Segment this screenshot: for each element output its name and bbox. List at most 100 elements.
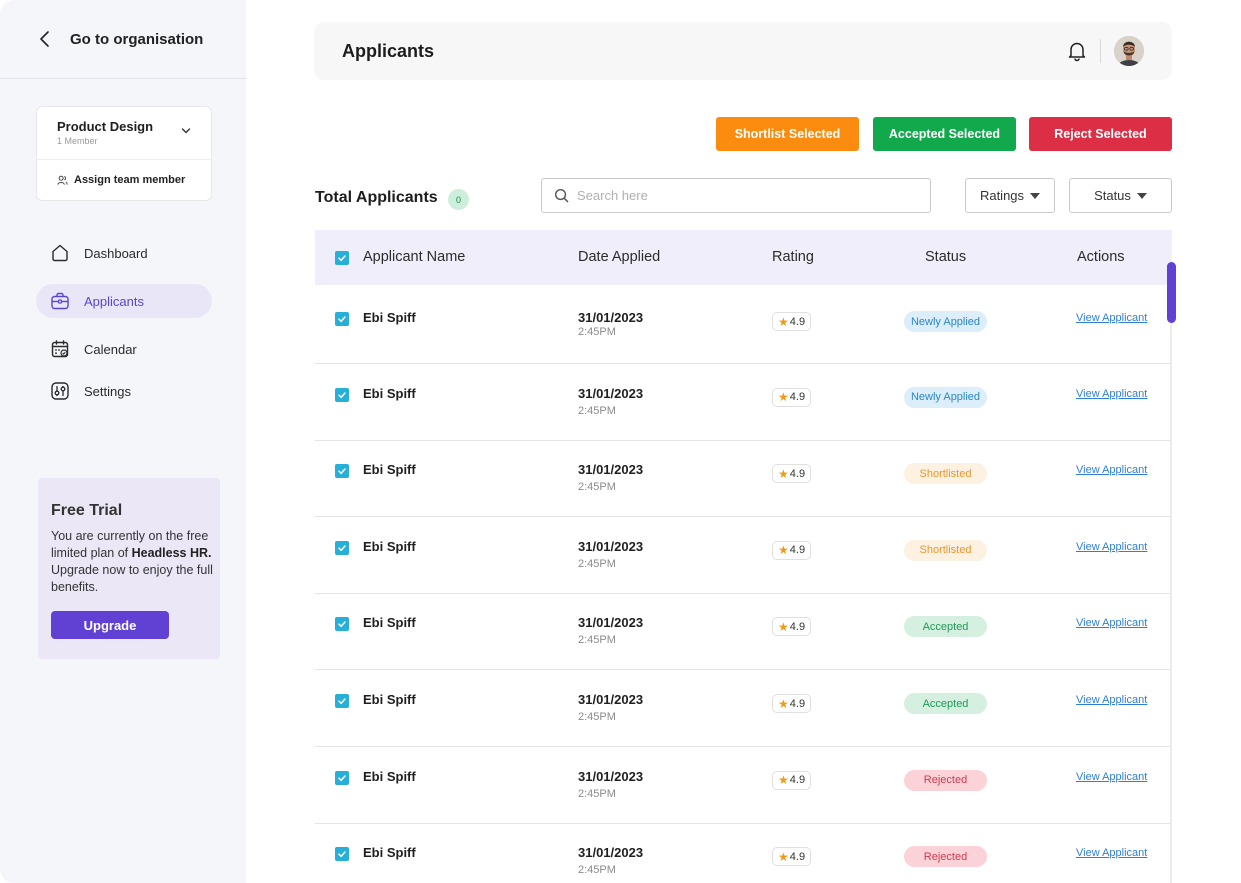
sidebar: Go to organisation Product Design 1 Memb… [0, 0, 246, 883]
date-applied: 31/01/2023 [578, 845, 644, 861]
rating-badge: ★ 4.9 [772, 770, 812, 790]
ratings-filter-dropdown[interactable]: Ratings [965, 178, 1055, 213]
row-checkbox[interactable] [335, 312, 349, 326]
go-to-organisation-label: Go to organisation [70, 30, 204, 48]
row-checkbox[interactable] [335, 617, 349, 632]
view-applicant-link[interactable]: View Applicant [1076, 771, 1147, 783]
column-header-status: Status [925, 249, 967, 265]
team-selector[interactable]: Product Design 1 Member [37, 107, 211, 160]
select-all-checkbox[interactable] [335, 251, 349, 265]
table-header: Applicant Name Date Applied Rating Statu… [315, 230, 1172, 285]
rating-value: 4.9 [789, 774, 806, 787]
sidebar-item-applicants[interactable]: Applicants [36, 284, 212, 318]
view-applicant-link[interactable]: View Applicant [1076, 312, 1147, 324]
date-applied: 31/01/2023 [578, 310, 644, 325]
time-applied: 2:45PM [578, 404, 616, 417]
bell-icon[interactable] [1067, 40, 1087, 62]
check-icon [338, 621, 346, 628]
total-applicants-count: 0 [448, 189, 469, 210]
date-applied: 31/01/2023 [578, 615, 644, 631]
rating-badge: ★ 4.9 [772, 694, 812, 713]
table-row: Ebi Spiff 31/01/2023 2:45PM ★ 4.9 Newly Appli… [315, 364, 1172, 441]
star-icon: ★ [778, 773, 789, 788]
column-header-rating: Rating [772, 249, 814, 265]
rating-badge: ★ 4.9 [772, 387, 812, 407]
table-row: Ebi Spiff 31/01/2023 2:45PM ★ 4.9 Accepted Vie… [315, 593, 1172, 671]
status-badge: Accepted [904, 616, 987, 638]
view-applicant-link[interactable]: View Applicant [1076, 541, 1147, 553]
sidebar-divider [0, 78, 246, 79]
row-checkbox[interactable] [335, 464, 349, 479]
upgrade-button[interactable]: Upgrade [51, 611, 169, 639]
briefcase-icon [51, 292, 69, 310]
row-checkbox[interactable] [335, 694, 349, 708]
assign-team-member-button[interactable]: Assign team member [37, 160, 211, 186]
column-header-applicant-name: Applicant Name [363, 249, 466, 265]
chevron-down-icon [181, 128, 191, 134]
avatar[interactable] [1114, 36, 1144, 66]
home-icon [52, 244, 68, 262]
view-applicant-link[interactable]: View Applicant [1076, 388, 1147, 400]
status-badge: Shortlisted [904, 463, 987, 485]
applicant-name: Ebi Spiff [363, 768, 416, 784]
check-icon [338, 316, 346, 323]
star-icon: ★ [778, 390, 789, 405]
row-checkbox[interactable] [335, 540, 349, 555]
rating-value: 4.9 [789, 544, 806, 557]
view-applicant-link[interactable]: View Applicant [1076, 694, 1147, 706]
header-divider [1100, 39, 1101, 63]
time-applied: 2:45PM [578, 634, 616, 647]
table-row: Ebi Spiff 31/01/2023 2:45PM ★ 4.9 Accepted Vie… [315, 670, 1172, 747]
applicant-name: Ebi Spiff [363, 538, 416, 554]
applicant-name: Ebi Spiff [363, 385, 416, 401]
rating-value: 4.9 [789, 850, 806, 863]
row-checkbox[interactable] [335, 770, 349, 785]
scrollbar-thumb[interactable] [1167, 262, 1176, 323]
rating-value: 4.9 [789, 315, 806, 328]
total-applicants-label: Total Applicants [315, 189, 438, 206]
search-box[interactable] [541, 178, 931, 213]
reject-selected-button[interactable]: Reject Selected [1029, 117, 1172, 151]
sidebar-item-settings[interactable]: Settings [36, 374, 212, 408]
rating-badge: ★ 4.9 [772, 312, 812, 331]
row-checkbox[interactable] [335, 847, 349, 862]
shortlist-selected-button[interactable]: Shortlist Selected [716, 117, 859, 151]
check-icon [338, 545, 346, 551]
rating-badge: ★ 4.9 [772, 540, 812, 560]
sidebar-item-label: Settings [84, 383, 131, 399]
applicant-name: Ebi Spiff [363, 462, 416, 478]
team-member-count: 1 Member [57, 136, 98, 146]
check-icon [338, 851, 346, 858]
row-checkbox[interactable] [335, 387, 349, 402]
search-input[interactable] [577, 188, 917, 203]
sidebar-item-calendar[interactable]: Calendar [36, 332, 212, 366]
search-icon [554, 188, 569, 203]
view-applicant-link[interactable]: View Applicant [1076, 847, 1147, 859]
date-applied: 31/01/2023 [578, 462, 644, 478]
go-to-organisation-link[interactable]: Go to organisation [38, 30, 203, 48]
time-applied: 2:45PM [578, 557, 616, 570]
calendar-icon [51, 340, 69, 358]
table-row: Ebi Spiff 31/01/2023 2:45PM ★ 4.9 Rejected Vie… [315, 823, 1172, 883]
sidebar-item-label: Applicants [84, 293, 144, 309]
applicant-name: Ebi Spiff [363, 310, 416, 325]
sidebar-item-label: Calendar [84, 341, 137, 357]
column-header-actions: Actions [1077, 249, 1125, 265]
assign-team-member-label: Assign team member [74, 174, 186, 186]
date-applied: 31/01/2023 [578, 538, 644, 554]
status-badge: Rejected [904, 769, 987, 791]
date-applied: 31/01/2023 [578, 768, 644, 784]
time-applied: 2:45PM [578, 864, 616, 877]
status-badge: Shortlisted [904, 539, 987, 561]
sidebar-item-dashboard[interactable]: Dashboard [36, 236, 212, 270]
settings-icon [51, 382, 69, 400]
view-applicant-link[interactable]: View Applicant [1076, 464, 1147, 476]
rating-value: 4.9 [789, 620, 806, 633]
accept-selected-button[interactable]: Accepted Selected [873, 117, 1016, 151]
status-badge: Newly Applied [904, 311, 987, 332]
status-filter-dropdown[interactable]: Status [1069, 178, 1172, 213]
ratings-filter-label: Ratings [979, 188, 1025, 203]
free-trial-title: Free Trial [51, 502, 123, 519]
status-badge: Rejected [904, 846, 987, 868]
view-applicant-link[interactable]: View Applicant [1076, 617, 1147, 629]
